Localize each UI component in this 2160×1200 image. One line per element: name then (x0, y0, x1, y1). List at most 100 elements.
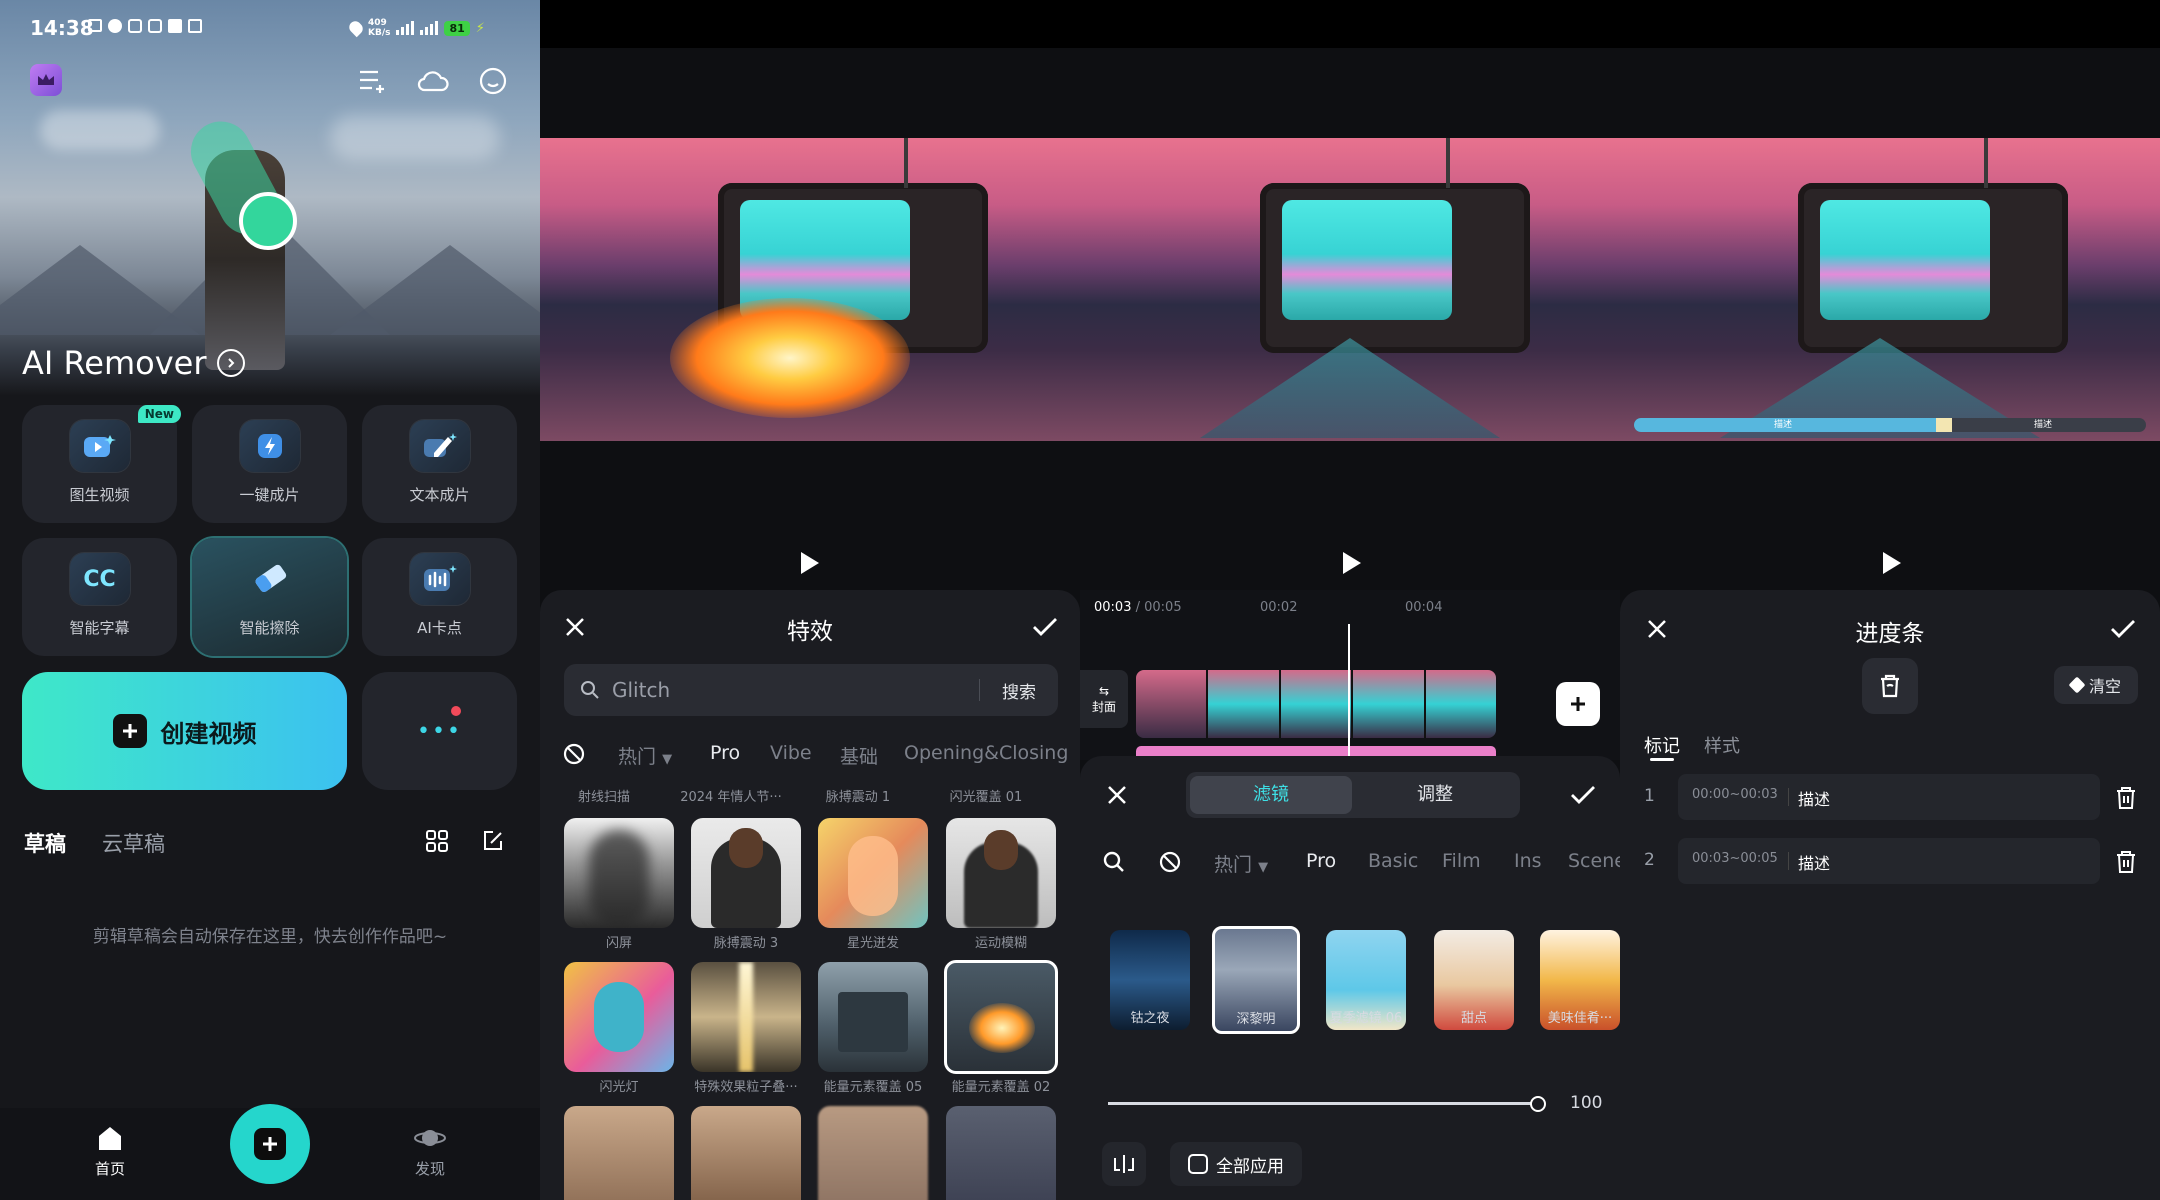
effects-search-bar[interactable]: Glitch 搜索 (564, 664, 1058, 716)
image-video-icon (69, 420, 130, 472)
intensity-slider-thumb[interactable] (1530, 1096, 1546, 1112)
new-badge: New (137, 405, 181, 423)
tab-opening-closing[interactable]: Opening&Closing (904, 742, 1068, 764)
tool-auto-captions[interactable]: CC 智能字幕 (22, 538, 177, 656)
marker-field[interactable]: 00:03~00:05 描述 (1678, 838, 2100, 884)
effect-pulse-3[interactable] (691, 818, 801, 928)
effect-flash-screen[interactable] (564, 818, 674, 928)
marker-row-2: 2 00:03~00:05 描述 (1620, 838, 2160, 886)
split-compare-icon[interactable] (1102, 1142, 1146, 1186)
filter-cobalt-night[interactable]: 钴之夜 (1110, 930, 1190, 1030)
tab-filter[interactable]: 滤镜 (1190, 776, 1352, 814)
tab-markers[interactable]: 标记 (1644, 732, 1680, 758)
more-tools-button[interactable]: ••• (362, 672, 517, 790)
apply-all-button[interactable]: 全部应用 (1170, 1142, 1302, 1186)
tab-cloud-drafts[interactable]: 云草稿 (102, 828, 165, 858)
filter-delicacy[interactable]: 美味佳肴··· (1540, 930, 1620, 1030)
filter-summer-06[interactable]: 夏季滤镜 06 (1326, 930, 1406, 1030)
tool-image-to-video[interactable]: 图生视频 New (22, 405, 181, 523)
caret-down-icon: ▼ (1258, 860, 1269, 875)
intensity-slider-track[interactable] (1108, 1102, 1538, 1105)
tool-smart-eraser[interactable]: 智能擦除 (192, 538, 347, 656)
marker-desc-input[interactable]: 描述 (1798, 786, 1830, 810)
tool-ai-beat-sync[interactable]: AI卡点 (362, 538, 517, 656)
edit-icon[interactable] (478, 826, 508, 856)
nav-home[interactable]: 首页 (80, 1124, 140, 1179)
effect-motion-blur[interactable] (946, 818, 1056, 928)
confirm-check-icon[interactable] (1566, 778, 1600, 812)
effect-row3-1[interactable] (691, 1106, 801, 1200)
cat-ins[interactable]: Ins (1514, 850, 1542, 872)
cat-basic[interactable]: Basic (1368, 850, 1418, 872)
effect-particle-overlay[interactable] (691, 962, 801, 1072)
playhead[interactable] (1348, 624, 1350, 760)
hero-title-link[interactable]: AI Remover (22, 344, 245, 382)
eraser-icon (240, 553, 300, 605)
effect-row3-3[interactable] (946, 1106, 1056, 1200)
marker-row-1: 1 00:00~00:03 描述 (1620, 774, 2160, 822)
tick-label-2: 00:04 (1405, 600, 1443, 615)
delete-icon[interactable] (2112, 848, 2140, 876)
effect-strobe[interactable] (564, 962, 674, 1072)
progress-bar-screen: 描述 描述 进度条 清空 标记 样式 1 00:00~00:03 描述 2 00… (1620, 0, 2160, 1200)
delete-icon[interactable] (2112, 784, 2140, 812)
vip-crown-icon[interactable] (30, 64, 62, 96)
cat-pro[interactable]: Pro (1306, 850, 1336, 872)
tab-adjust[interactable]: 调整 (1354, 776, 1516, 814)
clear-button[interactable]: 清空 (2054, 666, 2138, 704)
effect-row3-2[interactable] (818, 1106, 928, 1200)
play-icon[interactable] (792, 546, 826, 580)
cat-scene[interactable]: Scene (1568, 850, 1620, 872)
notification-dot (451, 706, 461, 716)
grid-view-icon[interactable] (422, 826, 452, 856)
filter-deep-dawn-selected[interactable]: 深黎明 (1212, 926, 1300, 1034)
timeline: 00:03 / 00:05 00:02 00:04 ⇆ 封面 (1080, 590, 1620, 760)
cat-hot[interactable]: 热门 ▼ (1214, 850, 1268, 877)
hero-banner[interactable] (0, 0, 540, 395)
tab-pro[interactable]: Pro (710, 742, 740, 764)
no-filter-icon[interactable] (1156, 848, 1184, 876)
effect-label-2: 星光迸发 (846, 936, 899, 951)
confirm-check-icon[interactable] (1028, 610, 1062, 644)
tab-basic[interactable]: 基础 (840, 742, 878, 769)
create-video-button[interactable]: 创建视频 (22, 672, 347, 790)
effect-energy-02-selected[interactable] (944, 960, 1058, 1074)
cat-film[interactable]: Film (1442, 850, 1481, 872)
checkbox[interactable] (1188, 1154, 1208, 1174)
marker-field[interactable]: 00:00~00:03 描述 (1678, 774, 2100, 820)
task-list-icon[interactable] (356, 64, 390, 98)
play-icon[interactable] (1334, 546, 1368, 580)
cloud-icon[interactable] (416, 64, 450, 98)
effect-label-5: 特殊效果粒子叠··· (694, 1080, 798, 1095)
profile-smile-icon[interactable] (476, 64, 510, 98)
tool-text-to-video[interactable]: 文本成片 (362, 405, 517, 523)
tab-drafts[interactable]: 草稿 (24, 828, 66, 858)
nav-discover[interactable]: 发现 (400, 1124, 460, 1179)
swap-icon: ⇆ (1098, 683, 1110, 698)
effect-row3-0[interactable] (564, 1106, 674, 1200)
marker-desc-input[interactable]: 描述 (1798, 850, 1830, 874)
effect-starburst[interactable] (818, 818, 928, 928)
tab-hot[interactable]: 热门 ▼ (618, 742, 672, 769)
fab-create-button[interactable] (230, 1104, 310, 1184)
add-clip-button[interactable] (1556, 682, 1600, 726)
add-marker-button[interactable] (1862, 658, 1918, 714)
location-icon (346, 18, 366, 38)
filter-dessert[interactable]: 甜点 (1434, 930, 1514, 1030)
tab-style[interactable]: 样式 (1704, 732, 1740, 758)
time-current: 00:03 (1094, 600, 1132, 615)
cover-button[interactable]: ⇆ 封面 (1080, 670, 1128, 728)
no-effect-icon[interactable] (560, 740, 588, 768)
clip-strip[interactable] (1136, 670, 1496, 738)
tab-vibe[interactable]: Vibe (770, 742, 812, 764)
play-icon[interactable] (1874, 546, 1908, 580)
search-button[interactable]: 搜索 (980, 678, 1058, 703)
confirm-check-icon[interactable] (2106, 612, 2140, 646)
close-icon[interactable] (1100, 778, 1134, 812)
effect-energy-05[interactable] (818, 962, 928, 1072)
filter-track[interactable] (1136, 746, 1496, 756)
tick-label-1: 00:02 (1260, 600, 1298, 615)
search-icon[interactable] (1100, 848, 1128, 876)
search-input[interactable]: Glitch (612, 678, 979, 702)
tool-one-click-video[interactable]: 一键成片 (192, 405, 347, 523)
